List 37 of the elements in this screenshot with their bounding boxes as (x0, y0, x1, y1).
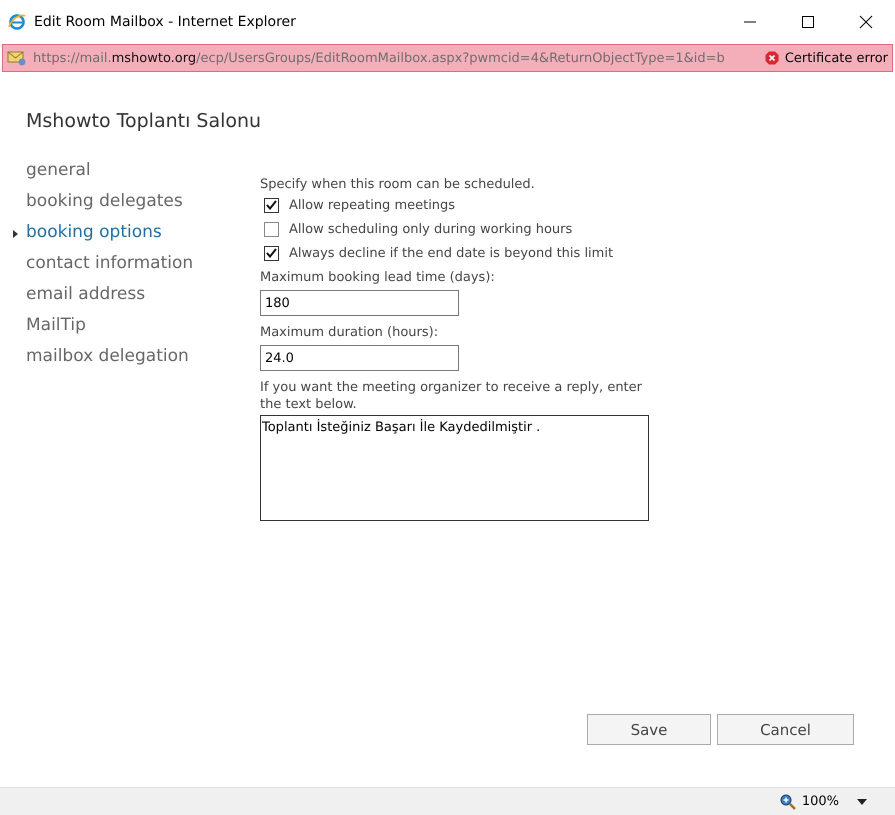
intro-text: Specify when this room can be scheduled. (260, 176, 536, 193)
page-title: Mshowto Toplantı Salonu (26, 110, 262, 132)
checkbox[interactable] (264, 198, 279, 212)
checkbox[interactable] (264, 222, 279, 236)
nav-item[interactable]: email address (26, 284, 260, 307)
nav-item[interactable]: contact information (26, 253, 260, 276)
nav-item[interactable]: mailbox delegation (26, 346, 260, 369)
nav-item[interactable]: booking options (26, 222, 260, 245)
url-text: https://mail.mshowto.org/ecp/UsersGroups/EditRoomMailbox.aspx?pwmcid=4&ReturnObjectType=1&id=b (33, 50, 726, 66)
checkbox-label: Allow scheduling only during working hours (289, 220, 572, 238)
save-button[interactable]: Save (587, 714, 711, 745)
checkbox[interactable] (264, 246, 279, 260)
input-field[interactable]: 24.0 (260, 345, 459, 371)
reply-text-area[interactable]: Toplantı İsteğiniz Başarı İle Kaydedilmiştir . (260, 415, 649, 521)
checkbox-label: Allow repeating meetings (289, 196, 456, 214)
close-icon (859, 15, 873, 29)
caret-icon (13, 230, 18, 238)
error-icon (764, 51, 779, 65)
mail-page-icon (7, 50, 27, 66)
reply-label: If you want the meeting organizer to receive a reply, enter the text below. (260, 379, 644, 413)
zoom-level[interactable]: 100% (802, 794, 839, 809)
window-title: Edit Room Mailbox - Internet Explorer (34, 14, 297, 30)
checkbox-label: Always decline if the end date is beyond this limit (289, 244, 614, 262)
field-label: Maximum duration (hours): (260, 324, 440, 341)
dropdown-arrow-icon[interactable] (857, 798, 867, 804)
field-label: Maximum booking lead time (days): (260, 269, 496, 286)
nav-item[interactable]: booking delegates (26, 191, 260, 214)
browser-logo-icon (8, 13, 26, 31)
minimize-icon (744, 21, 756, 23)
magnifier-icon[interactable] (780, 794, 796, 810)
nav-item[interactable]: MailTip (26, 315, 260, 338)
certificate-error-link[interactable]: Certificate error (784, 50, 888, 66)
cancel-button[interactable]: Cancel (717, 714, 854, 745)
nav-item[interactable]: general (26, 160, 260, 183)
input-field[interactable]: 180 (260, 290, 459, 316)
address-bar[interactable]: https://mail.mshowto.org/ecp/UsersGroups/EditRoomMailbox.aspx?pwmcid=4&ReturnObjectType=1&id=b Certificate error (2, 44, 893, 72)
maximize-icon (801, 15, 815, 29)
